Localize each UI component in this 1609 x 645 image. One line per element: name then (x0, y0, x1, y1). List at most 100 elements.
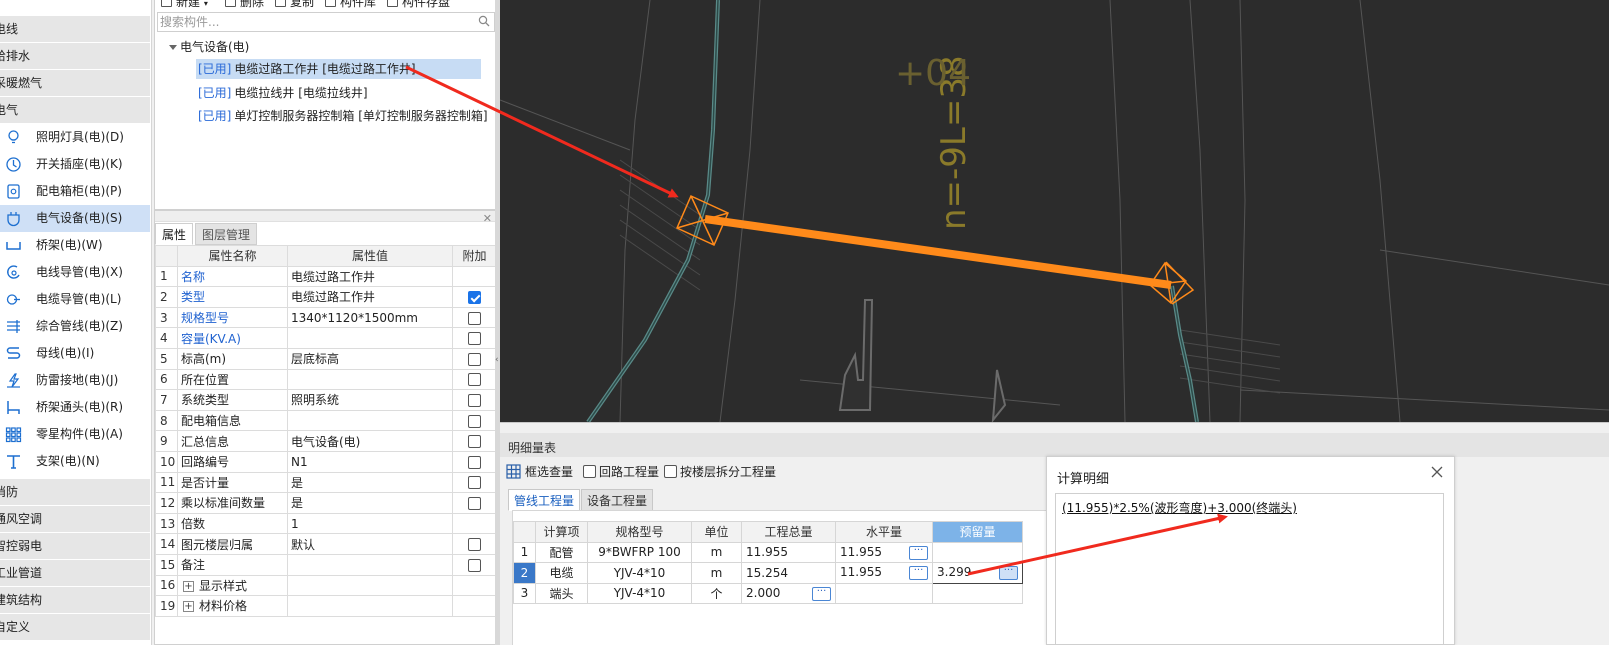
table-row[interactable]: 19 + 材料价格 (155, 595, 497, 617)
table-row[interactable]: 11 是否计量是 (155, 471, 497, 494)
more-button[interactable]: ··· (909, 545, 928, 560)
table-row[interactable]: 10 回路编号 N1 (155, 450, 497, 473)
close-icon[interactable]: ✕ (483, 212, 492, 225)
table-row[interactable]: 2 类型 电缆过路工作井 (155, 286, 497, 308)
expand-icon[interactable]: + (183, 580, 194, 592)
append-checkbox[interactable] (468, 414, 481, 428)
sidebar-item-wire-conduit[interactable]: 电线导管(电)(X) (0, 259, 150, 286)
sidebar-item-misc-component[interactable]: 零星构件(电)(A) (0, 421, 150, 448)
sidebar-item-cable-tray[interactable]: 桥架(电)(W) (0, 232, 150, 259)
sidebar-category-heating[interactable]: 采暖燃气 (0, 70, 150, 96)
append-checkbox[interactable] (468, 435, 481, 449)
append-checkbox[interactable] (468, 290, 481, 304)
table-row[interactable]: 9 汇总信息 电气设备(电) (155, 430, 497, 452)
floor-split-option[interactable]: 按楼层拆分工程量 (664, 463, 776, 481)
table-row[interactable]: 14 图元楼层归属 默认 (155, 533, 497, 555)
table-header-row: 计算项 规格型号 单位 工程总量 水平量 预留量 (513, 521, 1023, 543)
cable-tray-icon (5, 237, 22, 254)
sidebar-item-tray-connector[interactable]: 桥架通头(电)(R) (0, 394, 150, 421)
new-button[interactable]: 新建 ▾ (161, 0, 208, 10)
more-button[interactable]: ··· (999, 566, 1018, 581)
table-row[interactable]: 3 端头 YJV-4*10 个 2.000 ··· (513, 582, 1023, 604)
append-checkbox[interactable] (468, 476, 481, 490)
sidebar-category-low-voltage[interactable]: 智控弱电 (0, 533, 150, 559)
box-select-button[interactable]: 框选查量 (506, 463, 573, 481)
sidebar-category-fire[interactable]: 消防 (0, 479, 150, 505)
loop-quantity-checkbox[interactable] (583, 465, 596, 478)
table-row[interactable]: 13 倍数 1 (155, 512, 497, 535)
table-row[interactable]: 2 电缆 YJV-4*10 m 15.254 11.955 ··· 3.299 ··… (513, 562, 1023, 584)
append-checkbox[interactable] (468, 332, 481, 346)
tab-pipeline-quantity[interactable]: 管线工程量 (508, 489, 581, 511)
bracket-icon (5, 453, 22, 470)
sidebar-item-busbar[interactable]: 母线(电)(I) (0, 340, 150, 367)
tree-root[interactable]: 电气设备(电) (169, 38, 249, 55)
sidebar-item-electrical-equipment[interactable]: 电气设备(电)(S) (0, 205, 150, 232)
more-button[interactable]: ··· (812, 586, 831, 601)
combined-pipeline-icon (5, 318, 22, 335)
table-row[interactable]: 4 容量(KV.A) (155, 327, 497, 349)
table-row[interactable]: 1 配管 9*BWFRP 100 m 11.955 11.955 ··· (513, 541, 1023, 563)
append-checkbox[interactable] (468, 455, 481, 469)
table-row[interactable]: 16 + 显示样式 (155, 574, 497, 597)
append-checkbox[interactable] (468, 373, 481, 387)
sidebar-category-water[interactable]: 给排水 (0, 43, 150, 69)
search-icon[interactable] (478, 15, 490, 27)
append-checkbox[interactable] (468, 311, 481, 325)
electrical-equipment-icon (5, 210, 22, 227)
sidebar-item-combined-pipeline[interactable]: 综合管线(电)(Z) (0, 313, 150, 340)
reserved-cell[interactable]: 3.299 ··· (932, 562, 1023, 584)
close-icon[interactable] (1430, 465, 1444, 479)
save-icon (387, 0, 398, 7)
sidebar-item-distribution-box[interactable]: 配电箱柜(电)(P) (0, 178, 150, 205)
properties-table: 属性名称 属性值 附加 1 名称 电缆过路工作井 2 类型 电缆过路工作井 3 规格型号 1… (155, 245, 497, 617)
sidebar-category-hvac[interactable]: 通风空调 (0, 506, 150, 532)
search-input[interactable] (158, 13, 468, 31)
save-component-button[interactable]: 构件存盘 (387, 0, 450, 10)
sidebar-item-lightning-ground[interactable]: 防雷接地(电)(J) (0, 367, 150, 394)
table-row[interactable]: 1 名称 电缆过路工作井 (155, 265, 497, 288)
category-sidebar: 电线 给排水 采暖燃气 电气 照明灯具(电)(D) 开关插座(电)(K) 配电箱… (0, 0, 152, 645)
table-row[interactable]: 8 配电箱信息 (155, 409, 497, 432)
tree-node[interactable]: [已用] 单灯控制服务器控制箱 [单灯控制服务器控制箱] (196, 106, 488, 126)
copy-button[interactable]: 复制 (275, 0, 314, 10)
append-checkbox[interactable] (468, 496, 481, 510)
sidebar-item-switch-outlet[interactable]: 开关插座(电)(K) (0, 151, 150, 178)
sidebar-item-cable-conduit[interactable]: 电缆导管(电)(L) (0, 286, 150, 313)
table-row[interactable]: 15 备注 (155, 553, 497, 576)
append-checkbox[interactable] (468, 393, 481, 407)
more-button[interactable]: ··· (909, 566, 928, 581)
table-row[interactable]: 5 标高(m) 层底标高 (155, 347, 497, 370)
append-checkbox[interactable] (468, 352, 481, 366)
busbar-icon (5, 345, 22, 362)
sidebar-category-structure[interactable]: 建筑结构 (0, 587, 150, 613)
sidebar-item-bracket[interactable]: 支架(电)(N) (0, 448, 150, 475)
sidebar-category-custom[interactable]: 自定义 (0, 614, 150, 640)
sidebar-item-lighting[interactable]: 照明灯具(电)(D) (0, 124, 150, 151)
sidebar-category-electrical[interactable]: 电气 (0, 97, 150, 123)
tab-layer-management[interactable]: 图层管理 (195, 223, 258, 245)
delete-button[interactable]: 删除 (225, 0, 264, 10)
append-checkbox[interactable] (468, 538, 481, 552)
loop-quantity-option[interactable]: 回路工程量 (583, 463, 659, 481)
component-library-button[interactable]: 构件库 (325, 0, 376, 10)
table-row[interactable]: 3 规格型号 1340*1120*1500mm (155, 306, 497, 329)
tree-node[interactable]: [已用] 电缆过路工作井 [电缆过路工作井] (196, 59, 481, 79)
tab-properties[interactable]: 属性 (155, 223, 194, 245)
floor-split-checkbox[interactable] (664, 465, 677, 478)
tree-node[interactable]: [已用] 电缆拉线井 [电缆拉线井] (196, 83, 368, 103)
sidebar-category-industrial-pipe[interactable]: 工业管道 (0, 560, 150, 586)
expand-icon[interactable]: + (183, 601, 194, 613)
cad-canvas[interactable]: n=-9L=38 +04 (500, 0, 1609, 422)
sidebar-category-wire[interactable]: 电线 (0, 16, 150, 42)
lightbulb-icon (5, 129, 22, 146)
collapse-triangle-icon[interactable] (169, 45, 177, 50)
component-search (157, 12, 495, 32)
append-checkbox[interactable] (468, 558, 481, 572)
table-row[interactable]: 7 系统类型 照明系统 (155, 389, 497, 411)
table-row[interactable]: 12 乘以标准间数量是 (155, 492, 497, 514)
tab-equipment-quantity[interactable]: 设备工程量 (581, 489, 654, 511)
table-row[interactable]: 6 所在位置 (155, 368, 497, 391)
quantity-table: 计算项 规格型号 单位 工程总量 水平量 预留量 1 配管 9*BWFRP 10… (513, 521, 1023, 604)
delete-icon (225, 0, 236, 7)
